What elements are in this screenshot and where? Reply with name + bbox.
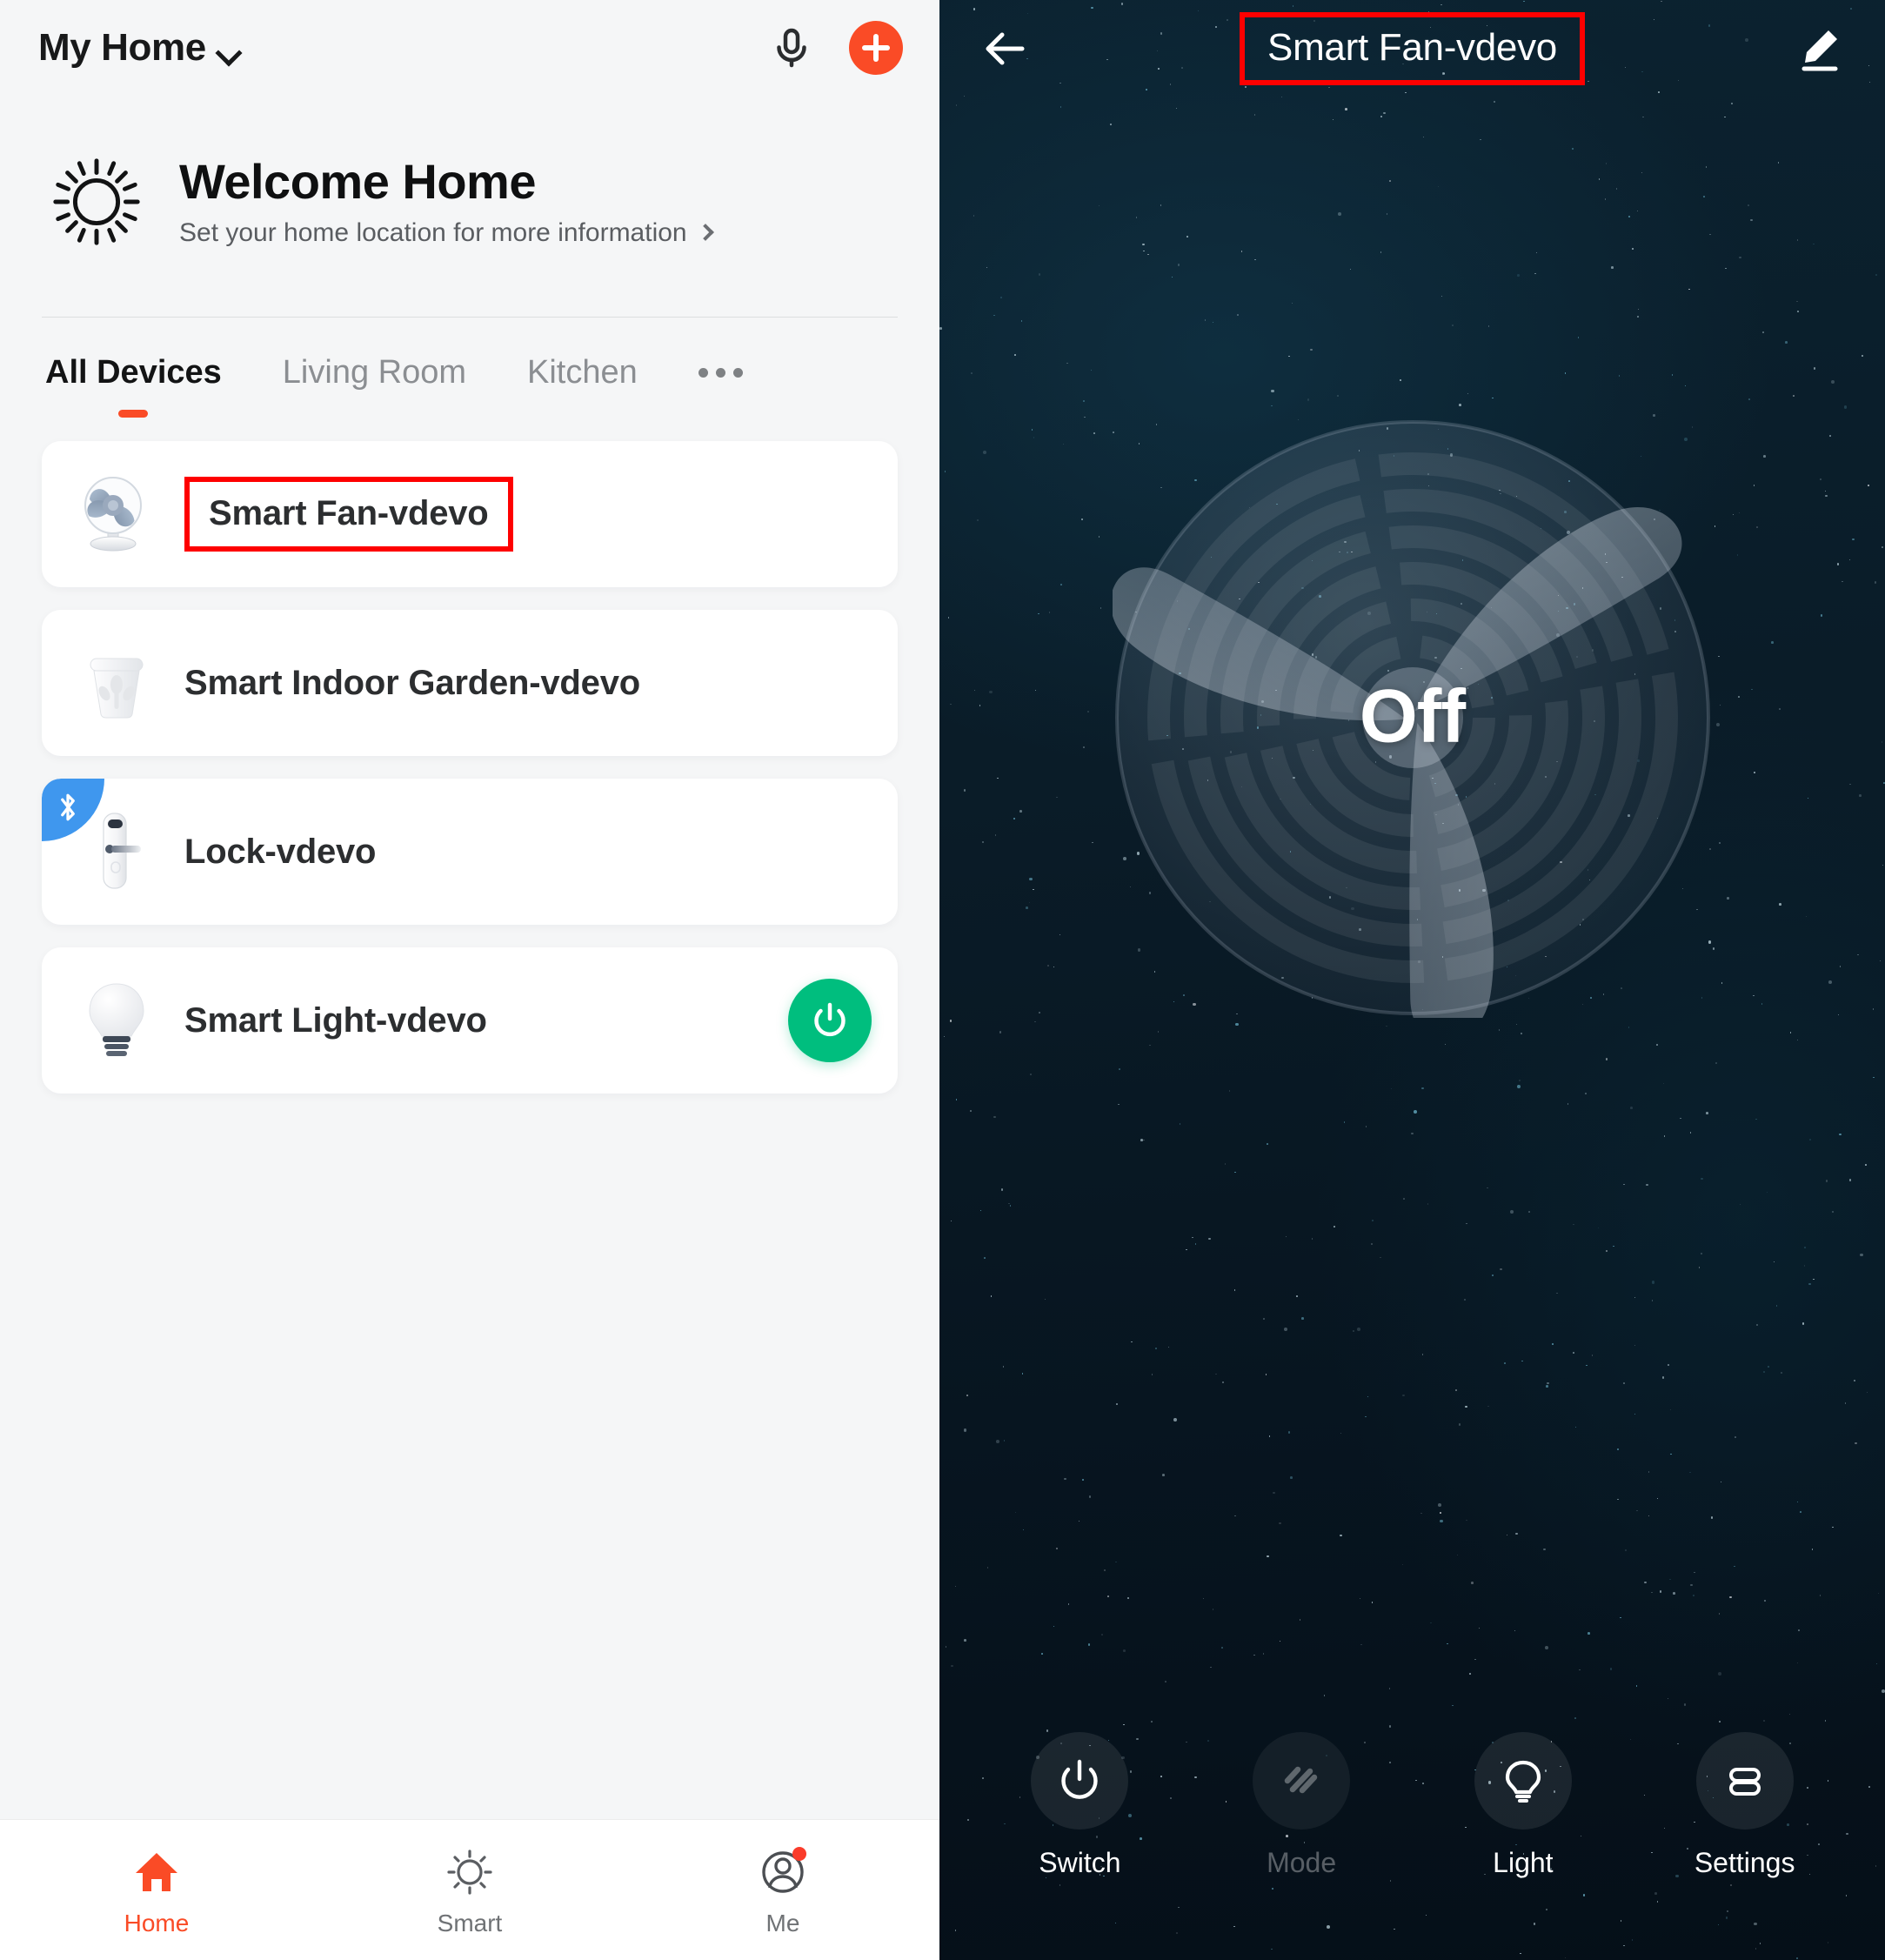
desk-fan-icon [71,469,162,559]
device-detail-panel: Smart Fan-vdevo Off Switch Mode Light Se… [939,0,1885,1960]
device-detail-header: Smart Fan-vdevo [939,0,1885,97]
device-title: Smart Fan-vdevo [1240,11,1585,86]
voice-assistant-button[interactable] [767,23,816,72]
device-card-smart-indoor-garden[interactable]: Smart Indoor Garden-vdevo [42,610,898,756]
tab-kitchen[interactable]: Kitchen [527,356,638,389]
tab-kitchen-label: Kitchen [527,354,638,391]
nav-item-me[interactable]: Me [626,1845,939,1936]
device-name-label: Smart Fan-vdevo [184,477,513,552]
tab-all-devices-label: All Devices [45,354,222,391]
app-screenshot: My Home Welcome Home Set your home locat… [0,0,1885,1960]
toolbar-light-label: Light [1493,1847,1554,1878]
house-icon [130,1845,184,1899]
edit-device-button[interactable] [1788,17,1850,80]
plus-icon [862,34,890,62]
arrow-left-icon [986,32,1025,65]
toolbar-light-button[interactable]: Light [1413,1732,1634,1876]
chevron-right-icon [696,224,714,242]
device-name-label: Lock-vdevo [184,833,377,871]
nav-item-smart-label: Smart [437,1909,503,1937]
bottom-navigation: Home Smart Me [0,1819,939,1960]
welcome-subtitle-label: Set your home location for more informat… [179,217,687,247]
settings-sliders-icon [1695,1732,1794,1830]
pencil-edit-icon [1801,30,1838,71]
device-name-label: Smart Light-vdevo [184,1001,487,1040]
fan-control-stage: Off [939,418,1885,1042]
nav-item-home-label: Home [124,1909,190,1937]
sun-icon [53,158,140,245]
sun-small-icon [443,1845,497,1899]
device-card-lock[interactable]: Lock-vdevo [42,779,898,925]
power-toggle-button[interactable] [788,979,872,1062]
ellipsis-icon[interactable] [698,368,743,378]
back-button[interactable] [974,17,1037,80]
topbar-actions [767,21,903,75]
device-card-smart-fan[interactable]: Smart Fan-vdevo [42,441,898,587]
device-toolbar: Switch Mode Light Settings [939,1732,1885,1876]
toolbar-switch-button[interactable]: Switch [969,1732,1191,1876]
microphone-icon [777,28,806,68]
light-bulb-icon [71,975,162,1066]
home-switcher[interactable]: My Home [38,29,239,67]
home-panel: My Home Welcome Home Set your home locat… [0,0,939,1960]
home-name-label: My Home [38,26,206,69]
tab-active-underline [118,410,149,418]
power-icon [814,1002,846,1037]
mode-lines-icon [1253,1732,1351,1830]
add-device-button[interactable] [849,21,903,75]
tab-all-devices[interactable]: All Devices [45,356,222,418]
device-card-smart-light[interactable]: Smart Light-vdevo [42,947,898,1094]
toolbar-settings-button[interactable]: Settings [1634,1732,1855,1876]
toolbar-settings-label: Settings [1694,1847,1795,1878]
tab-living-room-label: Living Room [282,354,467,391]
welcome-block: Welcome Home Set your home location for … [0,96,939,270]
fan-dial-control[interactable]: Off [1110,418,1713,1042]
room-tabs: All Devices Living Room Kitchen [0,318,939,418]
toolbar-mode-label: Mode [1267,1847,1337,1878]
tab-living-room[interactable]: Living Room [283,356,466,389]
nav-item-me-label: Me [765,1909,800,1937]
user-avatar-icon [756,1845,810,1899]
home-topbar: My Home [0,0,939,96]
toolbar-switch-label: Switch [1039,1847,1121,1878]
device-title-wrap: Smart Fan-vdevo [1037,11,1788,86]
power-icon [1031,1732,1129,1830]
bluetooth-icon [61,793,75,821]
fan-state-label: Off [1359,674,1466,759]
toolbar-mode-button[interactable]: Mode [1191,1732,1413,1876]
nav-item-home[interactable]: Home [0,1845,313,1936]
notification-badge-dot [792,1846,806,1861]
device-list: Smart Fan-vdevo Smart Indoor Garden-vdev… [0,418,939,1819]
nav-item-smart[interactable]: Smart [313,1845,626,1936]
home-location-link[interactable]: Set your home location for more informat… [179,217,714,247]
welcome-title: Welcome Home [179,154,536,210]
device-name-label: Smart Indoor Garden-vdevo [184,664,640,702]
chevron-down-icon [217,43,239,57]
bulb-outline-icon [1474,1732,1572,1830]
welcome-text: Welcome Home Set your home location for … [179,154,714,247]
plant-pot-icon [71,638,162,728]
